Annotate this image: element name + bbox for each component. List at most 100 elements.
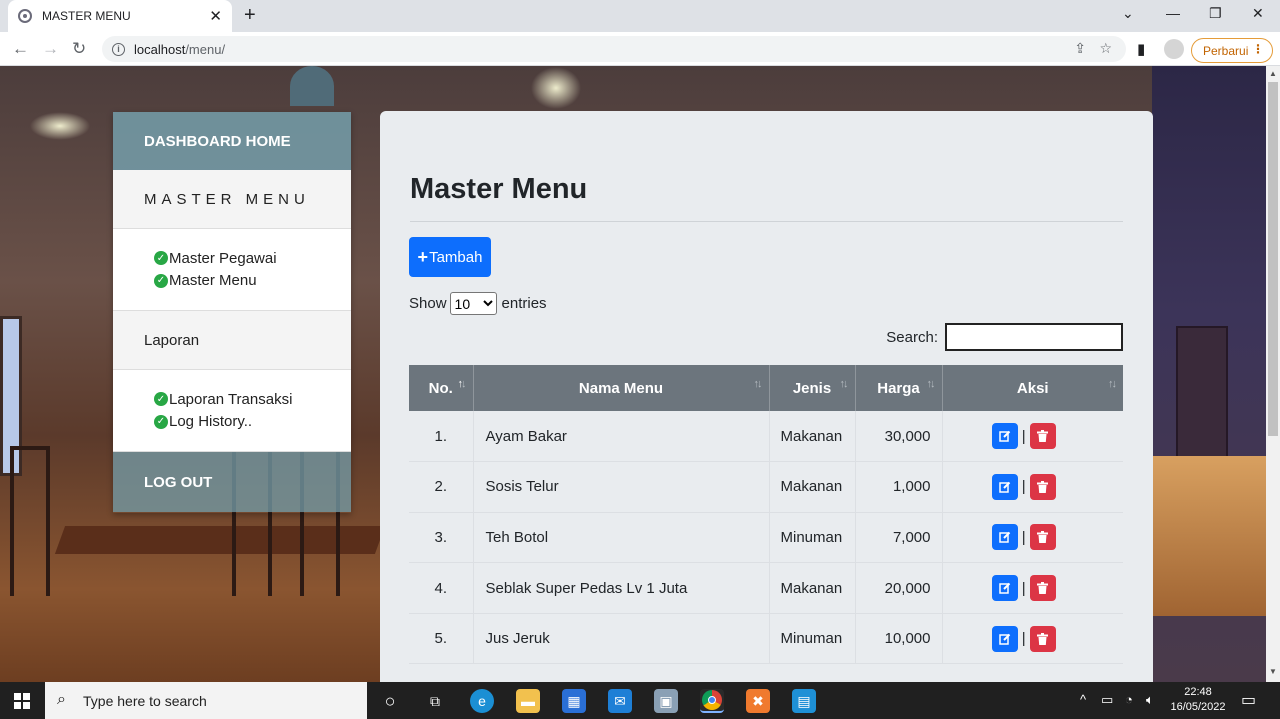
delete-button[interactable]: [1029, 625, 1056, 652]
share-icon[interactable]: ⇪: [1074, 40, 1086, 57]
browser-tab[interactable]: MASTER MENU ✕: [8, 0, 232, 32]
sidebar-item-laporan-transaksi[interactable]: ✓ Laporan Transaksi: [154, 388, 351, 411]
xampp-icon[interactable]: ✖: [746, 689, 770, 713]
edge-browser-icon[interactable]: e: [470, 689, 494, 713]
plus-icon: +: [417, 246, 429, 267]
sort-asc-icon: ↑↓: [457, 378, 467, 390]
mail-icon[interactable]: ✉: [608, 689, 632, 713]
edit-button[interactable]: [991, 524, 1018, 551]
entries-select[interactable]: 10: [449, 292, 497, 315]
search-input[interactable]: [945, 323, 1123, 351]
sidebar-item-master-menu[interactable]: ✓ Master Menu: [154, 270, 351, 293]
site-info-icon[interactable]: i: [112, 42, 125, 56]
column-header-harga[interactable]: Harga ↑↓: [855, 365, 943, 411]
cortana-icon[interactable]: ○: [378, 689, 402, 713]
tray-chevron-icon[interactable]: ^: [1080, 692, 1086, 707]
cell-aksi: |: [942, 562, 1123, 614]
new-tab-icon[interactable]: +: [244, 4, 256, 27]
address-bar[interactable]: i localhost/menu/ ⇪ ☆: [102, 36, 1126, 62]
cell-aksi: |: [942, 613, 1123, 665]
check-circle-icon: ✓: [154, 392, 168, 407]
trash-icon: [1037, 430, 1049, 443]
microsoft-store-icon[interactable]: ▦: [562, 689, 586, 713]
action-separator: |: [1021, 630, 1026, 648]
chrome-icon[interactable]: [700, 689, 724, 713]
scroll-down-icon[interactable]: ▼: [1269, 667, 1277, 676]
cell-jenis: Makanan: [769, 562, 856, 614]
reload-icon[interactable]: ↻: [72, 39, 86, 59]
column-label: Nama Menu: [578, 379, 664, 397]
delete-button[interactable]: [1029, 524, 1056, 551]
browser-tab-bar: MASTER MENU ✕ + ⌄ — ❐ ✕: [0, 0, 1280, 32]
sidebar-item-master-pegawai[interactable]: ✓ Master Pegawai: [154, 247, 351, 270]
edit-button[interactable]: [991, 575, 1018, 602]
action-separator: |: [1021, 478, 1026, 496]
cell-no: 4.: [409, 562, 474, 614]
check-circle-icon: ✓: [154, 251, 168, 266]
scrollbar-thumb[interactable]: [1268, 82, 1278, 436]
table-search: Search:: [886, 323, 1123, 351]
table-row: 2. Sosis Telur Makanan 1,000 |: [409, 461, 1123, 513]
column-header-aksi[interactable]: Aksi ↑↓: [942, 365, 1123, 411]
column-label: Jenis: [792, 379, 832, 397]
sidebar-item-log-history[interactable]: ✓ Log History..: [154, 411, 351, 434]
edit-icon: [999, 481, 1011, 493]
table-row: 4. Seblak Super Pedas Lv 1 Juta Makanan 20,…: [409, 562, 1123, 614]
scroll-up-icon[interactable]: ▲: [1269, 69, 1277, 78]
task-view-icon[interactable]: ⧉: [423, 689, 447, 713]
windows-start-icon[interactable]: [14, 693, 30, 709]
column-header-jenis[interactable]: Jenis ↑↓: [769, 365, 856, 411]
edit-button[interactable]: [991, 625, 1018, 652]
profile-avatar[interactable]: [1164, 39, 1184, 59]
cell-harga: 30,000: [855, 411, 943, 463]
cell-nama-menu: Sosis Telur: [473, 461, 770, 513]
delete-button[interactable]: [1029, 423, 1056, 450]
column-label: Aksi: [1016, 379, 1049, 397]
edit-button[interactable]: [991, 473, 1018, 500]
restore-icon[interactable]: ❐: [1209, 5, 1222, 22]
photos-icon[interactable]: ▣: [654, 689, 678, 713]
page-scrollbar[interactable]: ▲ ▼: [1266, 66, 1280, 682]
bookmark-star-icon[interactable]: ☆: [1099, 40, 1112, 57]
edit-button[interactable]: [991, 423, 1018, 450]
side-panel-icon[interactable]: ▮: [1137, 40, 1145, 58]
back-icon[interactable]: ←: [12, 39, 29, 59]
background-counter: [1152, 456, 1266, 616]
master-menu-heading: MASTER MENU: [113, 170, 351, 229]
logout-link[interactable]: LOG OUT: [113, 452, 351, 512]
wifi-icon[interactable]: ◔: [1125, 692, 1133, 707]
forward-icon[interactable]: →: [42, 39, 59, 59]
update-button[interactable]: Perbarui ⋮: [1191, 38, 1273, 63]
cell-harga: 1,000: [855, 461, 943, 513]
cell-harga: 10,000: [855, 613, 943, 665]
battery-icon[interactable]: ▭: [1101, 692, 1113, 708]
close-window-icon[interactable]: ✕: [1252, 5, 1264, 22]
action-separator: |: [1021, 427, 1026, 445]
delete-button[interactable]: [1029, 575, 1056, 602]
taskbar-clock[interactable]: 22:48 16/05/2022: [1168, 685, 1228, 715]
edit-icon: [999, 430, 1011, 442]
minimize-icon[interactable]: —: [1166, 5, 1180, 21]
page-title: Master Menu: [410, 173, 588, 205]
dashboard-home-link[interactable]: DASHBOARD HOME: [113, 112, 351, 170]
add-menu-button[interactable]: + Tambah: [409, 237, 491, 277]
search-label: Search:: [886, 328, 938, 346]
notifications-icon[interactable]: ▭: [1241, 690, 1256, 710]
cell-aksi: |: [942, 512, 1123, 564]
background-door: [1176, 326, 1228, 466]
master-menu-list: ✓ Master Pegawai ✓ Master Menu: [113, 229, 351, 311]
delete-button[interactable]: [1029, 473, 1056, 500]
column-header-nama-menu[interactable]: Nama Menu ↑↓: [473, 365, 770, 411]
cell-aksi: |: [942, 411, 1123, 463]
tab-search-chevron-icon[interactable]: ⌄: [1122, 5, 1134, 22]
file-explorer-icon[interactable]: ▬: [516, 689, 540, 713]
cell-nama-menu: Seblak Super Pedas Lv 1 Juta: [473, 562, 770, 614]
sort-icon: ↑↓: [839, 378, 849, 390]
taskbar-search-box[interactable]: ⌕ Type here to search: [45, 682, 367, 719]
close-tab-icon[interactable]: ✕: [209, 7, 222, 25]
volume-icon[interactable]: 🔈︎: [1146, 692, 1154, 708]
desktop-app-icon[interactable]: ▤: [792, 689, 816, 713]
menu-dots-icon[interactable]: ⋮: [1252, 42, 1264, 56]
laporan-heading: Laporan: [113, 311, 351, 370]
column-header-no[interactable]: No. ↑↓: [409, 365, 474, 411]
